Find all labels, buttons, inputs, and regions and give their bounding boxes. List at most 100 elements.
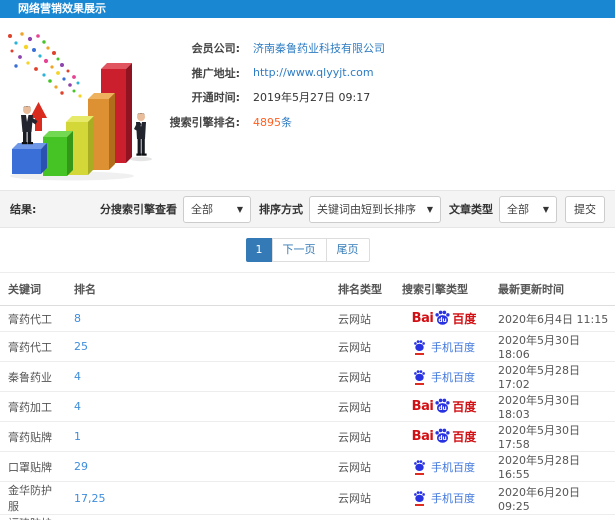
updated-cell: 2020年5月30日 18:03 (492, 391, 615, 422)
updated-cell: 2020年6月4日 11:10 (492, 514, 615, 520)
baidu-paw-underline (415, 472, 424, 475)
rank-link[interactable]: 25 (74, 340, 88, 353)
updated-cell: 2020年5月28日 16:55 (492, 451, 615, 482)
rank-type-cell: 云网站 (332, 481, 396, 515)
table-row: 膏药代工 25 云网站 手机百度 2020年5月30日 18:06 (0, 331, 615, 362)
rank-link[interactable]: 4 (74, 400, 81, 413)
updated-cell: 2020年5月30日 18:06 (492, 331, 615, 362)
keyword-cell: 秦鲁药业 (0, 361, 68, 392)
rank-cell: 25 (68, 331, 332, 362)
header-rank: 排名 (68, 272, 332, 306)
baidu-logo-bai-text: Bai (411, 399, 434, 414)
baidu-logo: Bai du 百度 (411, 397, 476, 416)
next-page-button[interactable]: 下一页 (271, 238, 327, 262)
submit-button[interactable]: 提交 (565, 195, 605, 223)
mobile-baidu-logo: 手机百度 (413, 490, 475, 506)
rank-cell: 4 (68, 391, 332, 422)
engine-cell: 手机百度 (396, 331, 492, 362)
keyword-cell: 福建防护服 (0, 514, 68, 520)
rank-cell: 29 (68, 451, 332, 482)
confetti-dots (8, 32, 82, 98)
updated-cell: 2020年6月4日 11:15 (492, 305, 615, 332)
table-row: 口罩贴牌 29 云网站 手机百度 2020年5月28日 16:55 (0, 451, 615, 482)
baidu-paw-icon (414, 369, 425, 381)
table-row: 秦鲁药业 4 云网站 手机百度 2020年5月28日 17:02 (0, 361, 615, 392)
baidu-logo: Bai du 百度 (412, 427, 476, 446)
table-row: 福建防护服 10 云网站 手机百度 2020年6月4日 11:10 (0, 514, 615, 520)
article-type-value: 全部 (507, 203, 529, 216)
bar-chart-image (8, 32, 152, 181)
rank-link[interactable]: 1 (74, 430, 81, 443)
baidu-paw-icon (414, 339, 425, 351)
rank-type-cell: 云网站 (332, 361, 396, 392)
engine-filter-label: 分搜索引擎查看 (100, 203, 177, 216)
engine-cell: Bai du 百度 (396, 305, 492, 332)
profile-info: 会员公司: 济南秦鲁药业科技有限公司 推广地址: http://www.qlyy… (158, 36, 385, 134)
profile-link[interactable]: 济南秦鲁药业科技有限公司 (253, 42, 385, 55)
svg-text:du: du (439, 436, 447, 442)
engine-filter-value: 全部 (191, 203, 213, 216)
rank-type-cell: 云网站 (332, 421, 396, 452)
header-updated: 最新更新时间 (492, 272, 615, 306)
keyword-cell: 金华防护服 (0, 481, 68, 515)
last-page-button[interactable]: 尾页 (325, 238, 370, 262)
profile-field-label: 会员公司: (191, 42, 240, 56)
businessman-right (134, 113, 147, 156)
mobile-baidu-label: 手机百度 (431, 370, 475, 384)
header-rank-type: 排名类型 (332, 272, 396, 306)
engine-cell: Bai du 百度 (396, 421, 492, 452)
baidu-paw-icon (414, 491, 425, 503)
keyword-cell: 膏药代工 (0, 305, 68, 332)
profile-section: 会员公司: 济南秦鲁药业科技有限公司 推广地址: http://www.qlyy… (0, 18, 615, 181)
rank-link[interactable]: 29 (74, 460, 88, 473)
rank-link[interactable]: 4 (74, 370, 81, 383)
mobile-baidu-label: 手机百度 (431, 492, 475, 505)
profile-link[interactable]: http://www.qlyyjt.com (253, 66, 374, 79)
profile-field-row: 开通时间: 2019年5月27日 09:17 (158, 85, 385, 110)
baidu-paw-underline (415, 504, 424, 506)
baidu-logo: Bai du 百度 (412, 309, 476, 328)
header-engine-type: 搜索引擎类型 (396, 272, 492, 306)
rank-cell: 10 (68, 514, 332, 520)
mobile-baidu-logo: 手机百度 (413, 339, 475, 355)
chevron-down-icon: ▼ (542, 204, 549, 214)
article-type-select[interactable]: 全部 ▼ (499, 195, 557, 223)
profile-field-row: 会员公司: 济南秦鲁药业科技有限公司 (158, 36, 385, 61)
pagination: 1 下一页 尾页 (0, 228, 615, 272)
chevron-down-icon: ▼ (426, 204, 433, 214)
engine-cell: Bai du 百度 (396, 391, 492, 422)
table-row: 膏药贴牌 1 云网站 Bai du 百度 2020年5月30日 17:58 (0, 421, 615, 452)
rank-type-cell: 云网站 (332, 391, 396, 422)
engine-cell: 手机百度 (396, 451, 492, 482)
updated-cell: 2020年5月28日 17:02 (492, 361, 615, 392)
baidu-paw-underline (415, 382, 424, 385)
engine-cell: 手机百度 (396, 361, 492, 392)
table-row: 金华防护服 17,25 云网站 手机百度 2020年6月20日 09:25 (0, 481, 615, 515)
sort-filter-select[interactable]: 关键词由短到长排序 ▼ (309, 195, 441, 223)
updated-cell: 2020年5月30日 17:58 (492, 421, 615, 452)
keyword-cell: 膏药加工 (0, 391, 68, 422)
sort-filter-label: 排序方式 (259, 203, 303, 216)
profile-field-value: http://www.qlyyjt.com (253, 66, 374, 79)
mobile-baidu-logo: 手机百度 (413, 369, 475, 385)
baidu-paw-icon: du (435, 428, 450, 443)
engine-filter-select[interactable]: 全部 ▼ (183, 195, 251, 223)
rank-link[interactable]: 8 (74, 312, 81, 325)
bar-chart-clipart (0, 30, 175, 181)
profile-field-row: 推广地址: http://www.qlyyjt.com (158, 61, 385, 86)
keyword-cell: 膏药代工 (0, 331, 68, 362)
rank-type-cell: 云网站 (332, 331, 396, 362)
rank-cell: 8 (68, 305, 332, 332)
mobile-baidu-logo: 手机百度 (413, 459, 475, 475)
rank-link[interactable]: 17,25 (74, 492, 106, 505)
profile-field-value: 4895条 (253, 115, 292, 129)
rank-cell: 1 (68, 421, 332, 452)
table-header-row: 关键词 排名 排名类型 搜索引擎类型 最新更新时间 (0, 272, 615, 306)
profile-field-row: 搜索引擎排名: 4895条 (158, 110, 385, 135)
svg-text:du: du (439, 318, 447, 324)
rank-type-cell: 云网站 (332, 305, 396, 332)
baidu-paw-icon (414, 459, 425, 471)
page-1-button[interactable]: 1 (245, 238, 273, 262)
engine-cell: 手机百度 (396, 514, 492, 520)
baidu-paw-underline (415, 352, 424, 355)
